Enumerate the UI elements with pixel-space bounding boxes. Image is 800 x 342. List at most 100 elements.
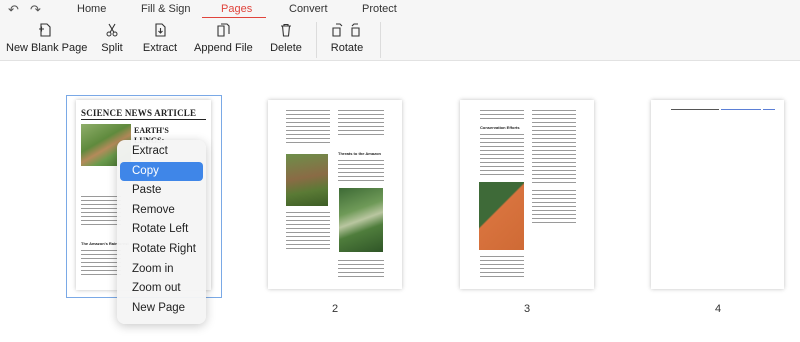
text-line: [81, 262, 121, 263]
text-line: [81, 274, 121, 275]
text-line: [338, 126, 384, 127]
text-line: [286, 236, 330, 237]
page-thumbnail-2[interactable]: Threats to the Amazon: [268, 100, 402, 289]
menu-item-new-page[interactable]: New Page: [120, 299, 203, 319]
text-line: [286, 118, 330, 119]
text-line: [532, 114, 576, 115]
text-line: [338, 122, 384, 123]
text-line: [532, 170, 576, 171]
section-heading: Threats to the Amazon: [338, 151, 381, 156]
text-line: [81, 212, 121, 213]
title-rule: [81, 119, 206, 120]
text-line: [338, 176, 384, 177]
new-blank-page-button[interactable]: New Blank Page: [6, 18, 87, 61]
new-page-icon: [6, 18, 84, 42]
page-number-4: 4: [714, 303, 722, 315]
text-line: [286, 228, 330, 229]
text-line: [532, 190, 576, 191]
text-line: [81, 220, 121, 221]
text-line: [532, 146, 576, 147]
text-line: [532, 118, 576, 119]
text-line: [532, 162, 576, 163]
text-line: [81, 200, 121, 201]
text-line: [338, 118, 384, 119]
page-thumbnail-4[interactable]: [651, 100, 784, 289]
text-line: [338, 114, 384, 115]
extract-button[interactable]: Extract: [140, 18, 180, 61]
rotate-button[interactable]: Rotate: [326, 18, 368, 61]
tab-pages[interactable]: Pages: [221, 3, 252, 15]
rotate-icons: [326, 18, 368, 42]
text-line: [286, 244, 330, 245]
text-line: [532, 138, 576, 139]
text-line: [532, 130, 576, 131]
page-number-3: 3: [523, 303, 531, 315]
text-line: [286, 224, 330, 225]
text-line: [532, 178, 576, 179]
tab-convert[interactable]: Convert: [289, 3, 328, 15]
text-line: [338, 268, 384, 269]
tab-protect[interactable]: Protect: [362, 3, 397, 15]
page-number-2: 2: [331, 303, 339, 315]
text-line: [81, 270, 121, 271]
text-line: [286, 142, 330, 143]
animal-image: [286, 154, 328, 206]
text-line: [532, 206, 576, 207]
scissors-icon: [96, 18, 128, 42]
text-line: [532, 154, 576, 155]
text-line: [286, 212, 330, 213]
text-line: [532, 202, 576, 203]
tab-home[interactable]: Home: [77, 3, 106, 15]
text-line: [81, 266, 121, 267]
deforestation-image: [479, 182, 524, 250]
top-bar: ↶ ↷ Home Fill & Sign Pages Convert Prote…: [0, 0, 800, 19]
tab-fill-sign[interactable]: Fill & Sign: [141, 3, 191, 15]
text-line: [286, 134, 330, 135]
menu-item-rotate-right[interactable]: Rotate Right: [120, 240, 203, 260]
text-line: [81, 250, 121, 251]
text-line: [286, 130, 330, 131]
text-line: [532, 134, 576, 135]
text-line: [81, 254, 121, 255]
text-line: [532, 174, 576, 175]
page-thumbnail-3[interactable]: Conservation Efforts: [460, 100, 594, 289]
text-line: [480, 150, 524, 151]
link-line: [763, 109, 775, 110]
text-line: [81, 204, 121, 205]
tab-bar: Home Fill & Sign Pages Convert Protect: [0, 3, 800, 19]
text-line: [532, 222, 576, 223]
menu-item-zoom-in[interactable]: Zoom in: [120, 260, 203, 280]
text-line: [532, 210, 576, 211]
extract-icon: [140, 18, 180, 42]
text-line: [532, 122, 576, 123]
text-line: [480, 260, 524, 261]
text-line: [286, 232, 330, 233]
menu-item-zoom-out[interactable]: Zoom out: [120, 279, 203, 299]
text-line: [480, 170, 524, 171]
text-line: [532, 194, 576, 195]
pages-toolbar: New Blank Page Split Extract Append File…: [0, 18, 800, 61]
text-line: [338, 276, 384, 277]
text-line: [338, 164, 384, 165]
text-line: [480, 114, 524, 115]
text-line: [532, 198, 576, 199]
text-line: [81, 216, 121, 217]
text-line: [671, 109, 719, 110]
split-button[interactable]: Split: [96, 18, 128, 61]
delete-button[interactable]: Delete: [268, 18, 304, 61]
menu-item-extract[interactable]: Extract: [120, 142, 203, 162]
text-line: [286, 240, 330, 241]
text-line: [532, 150, 576, 151]
extract-label: Extract: [142, 42, 178, 54]
menu-item-copy[interactable]: Copy: [120, 161, 203, 182]
text-line: [532, 214, 576, 215]
text-line: [338, 180, 384, 181]
section-heading: Conservation Efforts: [480, 125, 520, 130]
text-line: [480, 272, 524, 273]
menu-item-rotate-left[interactable]: Rotate Left: [120, 220, 203, 240]
text-line: [338, 260, 384, 261]
menu-item-remove[interactable]: Remove: [120, 201, 203, 221]
text-line: [480, 158, 524, 159]
menu-item-paste[interactable]: Paste: [120, 181, 203, 201]
append-file-button[interactable]: Append File: [194, 18, 253, 61]
